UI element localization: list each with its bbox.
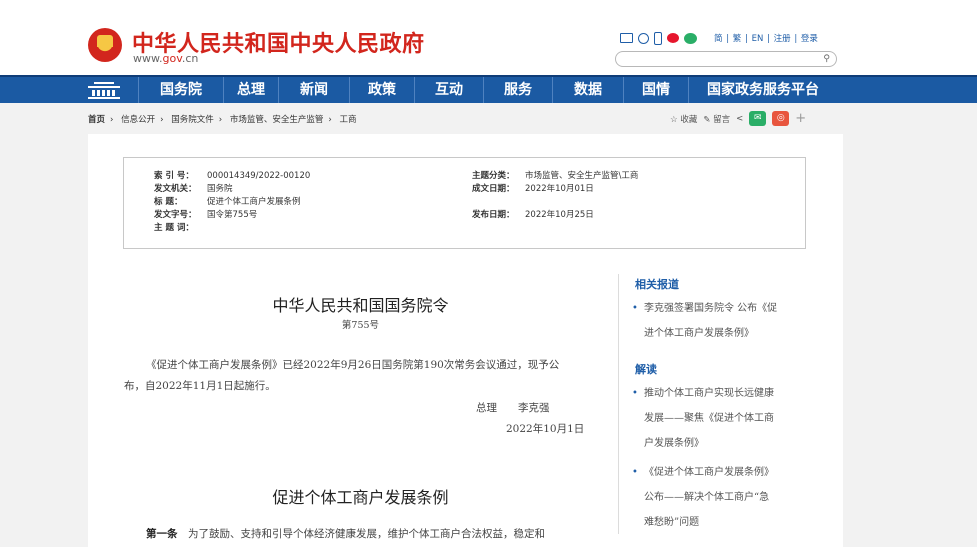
document-metadata-table: 索 引 号： 000014349/2022-00120 发文机关： 国务院 标 题：… [123,157,806,249]
meta-written-date: 2022年10月01日 [525,184,594,194]
bullet-icon: • [632,467,638,478]
top-links: 简 | 繁 | EN | 注册 | 登录 [714,34,818,44]
nav-item-policy[interactable]: 政策 [349,77,414,103]
mobile-icon[interactable] [654,31,662,45]
signer: 总理 李克强 [476,402,550,414]
meta-title-row: 标 题： 促进个体工商户发展条例 [154,197,301,207]
national-emblem-icon[interactable] [88,28,122,62]
meta-category: 市场监管、安全生产监管\工商 [525,171,639,181]
nav-item-interaction[interactable]: 互动 [414,77,483,103]
intro-line-2: 布，自2022年11月1日起施行。 [124,380,276,392]
mail-icon[interactable] [620,33,633,43]
nav-item-premier[interactable]: 总理 [223,77,278,103]
intro-line-1: 《促进个体工商户发展条例》已经2022年9月26日国务院第190次常务会议通过，… [146,359,560,371]
link-traditional[interactable]: 繁 [733,34,742,44]
meta-category-row: 主题分类： 市场监管、安全生产监管\工商 [472,171,639,181]
article-paper: 索 引 号： 000014349/2022-00120 发文机关： 国务院 标 题：… [88,134,843,547]
related-reports-heading: 相关报道 [635,278,679,291]
article-tools: ☆ 收藏 ✎ 留言 < ✉ ◎ + [670,111,806,126]
nav-item-national-conditions[interactable]: 国情 [623,77,688,103]
breadcrumb-market-regulation[interactable]: 市场监管、安全生产监管 [230,115,324,125]
article-1-head: 第一条 [146,528,178,540]
meta-keywords-row: 主 题 词： [154,223,194,233]
link-english[interactable]: EN [752,34,764,44]
site-url-suffix: .cn [181,52,199,65]
article-1: 第一条 为了鼓励、支持和引导个体经济健康发展，维护个体工商户合法权益，稳定和 [146,524,545,545]
sidebar-divider [618,274,619,534]
breadcrumb-info-disclosure[interactable]: 信息公开 [121,115,155,125]
interpretation-heading: 解读 [635,363,657,376]
meta-issuer: 国务院 [207,184,233,194]
nav-item-news[interactable]: 新闻 [278,77,349,103]
order-number: 第755号 [341,320,380,331]
wechat-share-icon[interactable]: ✉ [749,111,767,126]
more-share-icon[interactable]: + [795,111,806,126]
weibo-share-icon[interactable]: ◎ [772,111,790,126]
site-url-prefix: www. [133,52,163,65]
nav-items: 国务院 总理 新闻 政策 互动 服务 数据 国情 国家政务服务平台 [138,77,837,103]
regulation-title: 促进个体工商户发展条例 [272,488,449,507]
search-icon[interactable]: ⚲ [823,54,830,64]
nav-item-data[interactable]: 数据 [552,77,623,103]
link-simplified[interactable]: 简 [714,34,723,44]
nav-item-services[interactable]: 服务 [483,77,552,103]
meta-title: 促进个体工商户发展条例 [207,197,301,207]
breadcrumb-home[interactable]: 首页 [88,115,105,125]
meta-index-no: 000014349/2022-00120 [207,171,311,181]
breadcrumb-commerce[interactable]: 工商 [340,115,357,125]
meta-docno-row: 发文字号： 国令第755号 [154,210,258,220]
sign-date: 2022年10月1日 [506,423,585,435]
contact-icons [620,31,697,45]
nav-item-gov-service-platform[interactable]: 国家政务服务平台 [688,77,837,103]
order-title: 中华人民共和国国务院令 [272,296,449,315]
interpretation-item-2[interactable]: • 《促进个体工商户发展条例》 公布——解决个体工商户“急 难愁盼”问题 [632,460,805,535]
related-item-1[interactable]: • 李克强签署国务院令 公布《促 进个体工商户发展条例》 [632,296,805,346]
comment-button[interactable]: ✎ 留言 [703,113,730,125]
share-icon[interactable]: < [736,114,743,124]
meta-written-row: 成文日期： 2022年10月01日 [472,184,594,194]
weibo-icon[interactable] [667,33,679,43]
article-1-text: 为了鼓励、支持和引导个体经济健康发展，维护个体工商户合法权益，稳定和 [177,528,545,540]
breadcrumb-state-council-docs[interactable]: 国务院文件 [171,115,214,125]
wechat-icon[interactable] [684,32,697,44]
interpretation-item-1[interactable]: • 推动个体工商户实现长远健康 发展——聚焦《促进个体工商 户发展条例》 [632,381,805,456]
bullet-icon: • [632,303,638,314]
bullet-icon: • [632,388,638,399]
home-gate-icon[interactable] [88,81,120,99]
meta-issuer-row: 发文机关： 国务院 [154,184,233,194]
meta-doc-no: 国令第755号 [207,210,258,220]
site-url[interactable]: www.gov.cn [133,52,198,65]
meta-published-date: 2022年10月25日 [525,210,594,220]
site-url-brand: gov [162,52,182,65]
link-register[interactable]: 注册 [774,34,791,44]
search-input[interactable]: ⚲ [615,51,837,67]
message-icon[interactable] [638,32,649,44]
favorite-button[interactable]: ☆ 收藏 [670,113,697,125]
site-header: 中华人民共和国中央人民政府 www.gov.cn 简 | 繁 | EN | 注册… [0,0,977,75]
meta-published-row: 发布日期： 2022年10月25日 [472,210,594,220]
breadcrumb: 首页 › 信息公开 › 国务院文件 › 市场监管、安全生产监管 › 工商 [88,115,357,125]
nav-item-state-council[interactable]: 国务院 [138,77,223,103]
meta-index-row: 索 引 号： 000014349/2022-00120 [154,171,311,181]
main-nav: 国务院 总理 新闻 政策 互动 服务 数据 国情 国家政务服务平台 [0,75,977,103]
link-login[interactable]: 登录 [801,34,818,44]
